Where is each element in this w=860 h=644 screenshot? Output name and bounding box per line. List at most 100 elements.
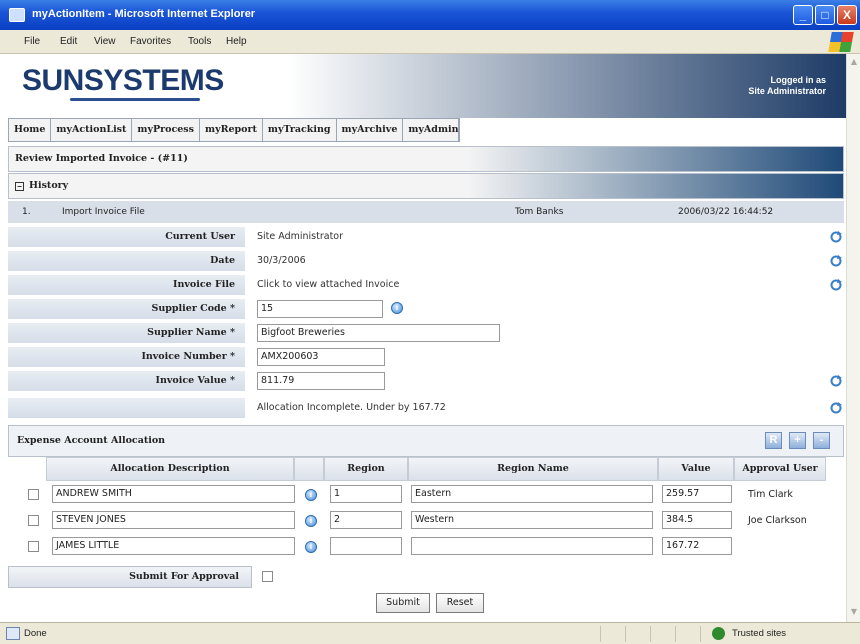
supplier-name-row: Supplier Name * Bigfoot Breweries	[8, 322, 844, 344]
allocation-description-input[interactable]: STEVEN JONES	[52, 511, 295, 529]
history-row: 1. Import Invoice File Tom Banks 2006/03…	[8, 201, 844, 223]
menu-edit[interactable]: Edit	[60, 36, 77, 47]
trusted-sites-icon	[712, 627, 725, 640]
invoice-value-input[interactable]: 811.79	[257, 372, 385, 390]
status-divider	[625, 626, 626, 642]
invoice-file-link[interactable]: Click to view attached Invoice	[257, 274, 399, 296]
row-checkbox[interactable]	[28, 541, 39, 552]
col-region: Region	[324, 457, 408, 481]
supplier-code-input[interactable]: 15	[257, 300, 383, 318]
logged-in-info: Logged in as Site Administrator	[748, 75, 826, 97]
col-lookup	[294, 457, 324, 481]
add-row-button[interactable]: +	[789, 432, 806, 449]
region-input[interactable]: 2	[330, 511, 402, 529]
supplier-code-row: Supplier Code * 15 i	[8, 298, 844, 320]
nav-myadmin[interactable]: myAdmin	[403, 119, 460, 141]
lookup-info-icon[interactable]: i	[305, 515, 317, 527]
collapse-icon[interactable]: −	[15, 182, 24, 191]
maximize-button[interactable]: □	[815, 5, 835, 25]
status-divider	[650, 626, 651, 642]
region-name-input[interactable]: Western	[411, 511, 653, 529]
region-name-input[interactable]: Eastern	[411, 485, 653, 503]
allocation-description-input[interactable]: ANDREW SMITH	[52, 485, 295, 503]
refresh-icon[interactable]	[830, 402, 842, 414]
nav-home[interactable]: Home	[9, 119, 52, 141]
value-input[interactable]: 384.5	[662, 511, 732, 529]
status-bar: Done Trusted sites	[0, 622, 860, 644]
date-row: Date 30/3/2006	[8, 250, 844, 272]
minimize-button[interactable]: _	[793, 5, 813, 25]
history-section-header[interactable]: − History	[8, 173, 844, 199]
history-row-user: Tom Banks	[515, 207, 564, 217]
expense-allocation-title: Expense Account Allocation	[17, 435, 166, 446]
allocation-status-text: Allocation Incomplete. Under by 167.72	[257, 402, 446, 413]
invoice-number-label: Invoice Number *	[8, 347, 245, 367]
vertical-scrollbar[interactable]: ▲ ▼	[846, 54, 860, 622]
lookup-info-icon[interactable]: i	[391, 302, 403, 314]
history-label: History	[29, 180, 69, 191]
region-name-input[interactable]	[411, 537, 653, 555]
menu-tools[interactable]: Tools	[188, 36, 211, 47]
supplier-name-input[interactable]: Bigfoot Breweries	[257, 324, 500, 342]
invoice-value-row: Invoice Value * 811.79	[8, 370, 844, 392]
allocation-description-input[interactable]: JAMES LITTLE	[52, 537, 295, 555]
supplier-name-label: Supplier Name *	[8, 323, 245, 343]
scroll-up-icon[interactable]: ▲	[848, 56, 860, 68]
refresh-icon[interactable]	[830, 279, 842, 291]
nav-myprocess[interactable]: myProcess	[132, 119, 201, 141]
allocation-table-header: Allocation Description Region Region Nam…	[8, 457, 844, 481]
window-title: myActionItem - Microsoft Internet Explor…	[32, 8, 256, 20]
status-divider	[600, 626, 601, 642]
page-title: Review Imported Invoice - (#11)	[8, 146, 844, 172]
table-row: JAMES LITTLE i 167.72	[8, 534, 844, 560]
expense-allocation-header: Expense Account Allocation R + -	[8, 425, 844, 457]
history-row-timestamp: 2006/03/22 16:44:52	[678, 207, 774, 217]
logged-in-user: Site Administrator	[748, 86, 826, 96]
invoice-number-row: Invoice Number * AMX200603	[8, 346, 844, 368]
history-row-action: Import Invoice File	[62, 207, 145, 217]
window-titlebar: myActionItem - Microsoft Internet Explor…	[0, 0, 860, 30]
refresh-icon[interactable]	[830, 255, 842, 267]
nav-myactionlist[interactable]: myActionList	[51, 119, 133, 141]
nav-mytracking[interactable]: myTracking	[263, 119, 337, 141]
close-button[interactable]: X	[837, 5, 857, 25]
history-row-number: 1.	[22, 207, 31, 217]
row-checkbox[interactable]	[28, 489, 39, 500]
menu-favorites[interactable]: Favorites	[130, 36, 171, 47]
table-row: STEVEN JONES i 2 Western 384.5 Joe Clark…	[8, 508, 844, 534]
approval-user: Joe Clarkson	[748, 515, 807, 526]
refresh-icon[interactable]	[830, 375, 842, 387]
status-divider	[700, 626, 701, 642]
submit-for-approval-checkbox[interactable]	[262, 571, 273, 582]
col-value: Value	[658, 457, 734, 481]
value-input[interactable]: 259.57	[662, 485, 732, 503]
row-checkbox[interactable]	[28, 515, 39, 526]
value-input[interactable]: 167.72	[662, 537, 732, 555]
scroll-down-icon[interactable]: ▼	[848, 606, 860, 618]
logo-swoosh	[70, 98, 200, 101]
col-approval-user: Approval User	[734, 457, 826, 481]
remove-row-button[interactable]: -	[813, 432, 830, 449]
sunsystems-logo: SUNSYSTEMS	[22, 64, 224, 97]
col-allocation-description: Allocation Description	[46, 457, 294, 481]
nav-myreport[interactable]: myReport	[200, 119, 263, 141]
menu-file[interactable]: File	[24, 36, 40, 47]
menu-view[interactable]: View	[94, 36, 116, 47]
submit-button[interactable]: Submit	[376, 593, 430, 613]
invoice-file-label: Invoice File	[8, 275, 245, 295]
region-input[interactable]	[330, 537, 402, 555]
date-label: Date	[8, 251, 245, 271]
nav-myarchive[interactable]: myArchive	[337, 119, 404, 141]
submit-for-approval-label: Submit For Approval	[8, 566, 252, 588]
supplier-code-label: Supplier Code *	[8, 299, 245, 319]
logged-in-label: Logged in as	[770, 75, 826, 85]
menu-bar: File Edit View Favorites Tools Help	[0, 30, 860, 54]
lookup-info-icon[interactable]: i	[305, 541, 317, 553]
reset-button[interactable]: Reset	[436, 593, 484, 613]
reset-rows-button[interactable]: R	[765, 432, 782, 449]
lookup-info-icon[interactable]: i	[305, 489, 317, 501]
menu-help[interactable]: Help	[226, 36, 247, 47]
region-input[interactable]: 1	[330, 485, 402, 503]
refresh-icon[interactable]	[830, 231, 842, 243]
invoice-number-input[interactable]: AMX200603	[257, 348, 385, 366]
